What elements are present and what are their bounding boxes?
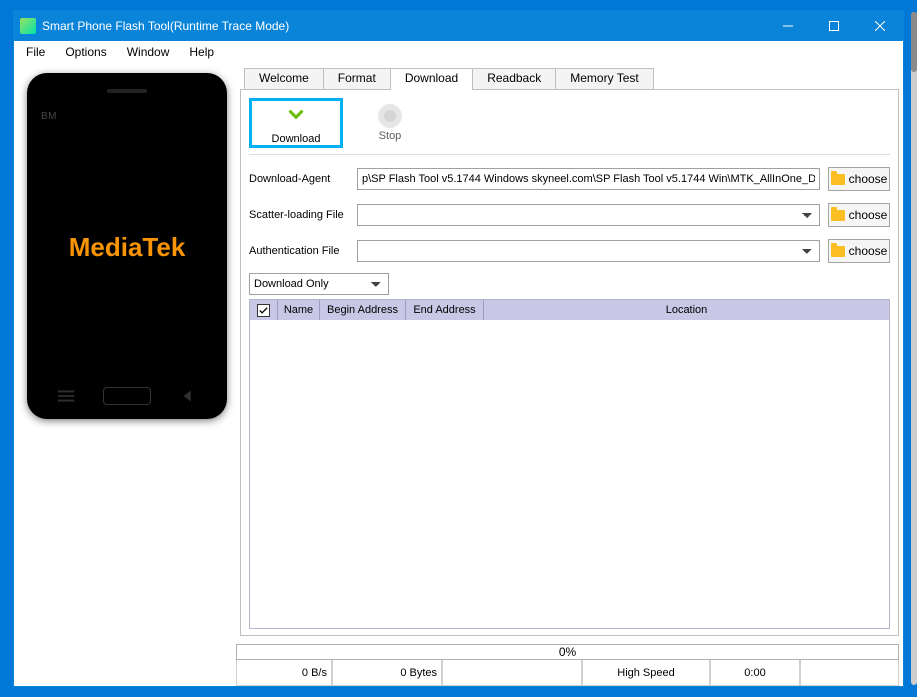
app-icon	[20, 18, 36, 34]
status-mode: High Speed	[582, 660, 710, 686]
menubar: File Options Window Help	[14, 41, 903, 63]
header-name[interactable]: Name	[278, 300, 320, 320]
download-agent-input[interactable]	[357, 168, 820, 190]
phone-brand: MediaTek	[69, 232, 186, 263]
download-tabpage: Download Stop Download-Agent choose Scat…	[240, 89, 899, 636]
menu-softkey-icon	[55, 385, 77, 407]
choose-label: choose	[849, 208, 888, 222]
choose-label: choose	[849, 172, 888, 186]
device-preview-panel: BM MediaTek	[18, 67, 236, 636]
stop-icon	[378, 104, 402, 128]
folder-icon	[831, 174, 845, 185]
download-mode-combo[interactable]: Download Only	[249, 273, 389, 295]
home-button-icon	[103, 387, 151, 405]
toolbar: Download Stop	[249, 98, 890, 155]
table-header: Name Begin Address End Address Location	[250, 300, 889, 320]
download-agent-label: Download-Agent	[249, 173, 349, 185]
header-begin-address[interactable]: Begin Address	[320, 300, 406, 320]
choose-label: choose	[849, 244, 888, 258]
phone-mockup: BM MediaTek	[27, 73, 227, 419]
scatter-file-combo[interactable]	[357, 204, 820, 226]
progress-percent: 0%	[559, 645, 576, 659]
menu-window[interactable]: Window	[117, 43, 180, 61]
status-speed: 0 B/s	[236, 660, 332, 686]
header-checkbox-cell[interactable]	[250, 300, 278, 320]
window-title: Smart Phone Flash Tool(Runtime Trace Mod…	[42, 19, 765, 33]
download-arrow-icon	[283, 102, 309, 131]
download-button-label: Download	[272, 133, 321, 145]
choose-auth-button[interactable]: choose	[828, 239, 890, 263]
tab-strip: Welcome Format Download Readback Memory …	[244, 67, 899, 89]
menu-options[interactable]: Options	[55, 43, 116, 61]
maximize-button[interactable]	[811, 11, 857, 41]
tab-memory-test[interactable]: Memory Test	[555, 68, 653, 90]
app-window: Smart Phone Flash Tool(Runtime Trace Mod…	[13, 10, 904, 687]
auth-file-combo[interactable]	[357, 240, 820, 262]
menu-file[interactable]: File	[16, 43, 55, 61]
stop-button-label: Stop	[379, 130, 402, 142]
stop-button[interactable]: Stop	[343, 98, 437, 148]
download-button[interactable]: Download	[249, 98, 343, 148]
menu-help[interactable]: Help	[179, 43, 224, 61]
choose-scatter-button[interactable]: choose	[828, 203, 890, 227]
folder-icon	[831, 246, 845, 257]
progress-bar: 0%	[236, 644, 899, 660]
header-end-address[interactable]: End Address	[406, 300, 484, 320]
folder-icon	[831, 210, 845, 221]
status-bytes: 0 Bytes	[332, 660, 442, 686]
choose-da-button[interactable]: choose	[828, 167, 890, 191]
close-button[interactable]	[857, 11, 903, 41]
header-location[interactable]: Location	[484, 300, 889, 320]
tab-readback[interactable]: Readback	[472, 68, 556, 90]
phone-bm-label: BM	[41, 111, 57, 122]
tab-format[interactable]: Format	[323, 68, 391, 90]
partition-table: Name Begin Address End Address Location	[249, 299, 890, 629]
statusbar: 0% 0 B/s 0 Bytes High Speed 0:00	[236, 644, 899, 686]
minimize-button[interactable]	[765, 11, 811, 41]
select-all-checkbox[interactable]	[257, 304, 270, 317]
browser-scrollbar[interactable]	[911, 12, 917, 685]
table-body[interactable]	[250, 320, 889, 628]
scatter-file-label: Scatter-loading File	[249, 209, 349, 221]
status-time: 0:00	[710, 660, 800, 686]
tab-download[interactable]: Download	[390, 68, 473, 90]
titlebar[interactable]: Smart Phone Flash Tool(Runtime Trace Mod…	[14, 11, 903, 41]
tab-welcome[interactable]: Welcome	[244, 68, 324, 90]
status-spacer-1	[442, 660, 582, 686]
status-spacer-2	[800, 660, 899, 686]
back-softkey-icon	[177, 385, 199, 407]
auth-file-label: Authentication File	[249, 245, 349, 257]
